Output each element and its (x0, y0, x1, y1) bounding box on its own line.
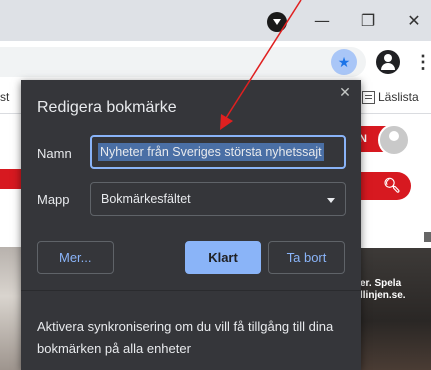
title-bar: — ❐ ✕ (0, 0, 431, 41)
page-marker (424, 232, 431, 242)
menu-kebab-icon[interactable]: ⋮ (414, 51, 431, 73)
name-label: Namn (37, 146, 72, 161)
folder-select-value: Bokmärkesfältet (101, 192, 191, 206)
profile-avatar-icon[interactable] (376, 50, 400, 74)
download-indicator-icon[interactable] (267, 12, 287, 32)
user-avatar-icon[interactable] (378, 124, 410, 156)
reading-list-icon[interactable] (362, 91, 375, 104)
bookmark-star-icon[interactable]: ★ (331, 49, 357, 75)
page-photo-right[interactable] (355, 248, 431, 370)
minimize-button[interactable]: — (309, 9, 335, 33)
dialog-title: Redigera bokmärke (37, 99, 177, 116)
site-search-button[interactable]: 🔍︎ (355, 172, 411, 200)
more-button[interactable]: Mer... (37, 241, 114, 274)
browser-toolbar: ★ ⋮ (0, 41, 431, 82)
name-input[interactable]: Nyheter från Sveriges största nyhetssajt (90, 135, 346, 169)
close-icon[interactable]: ✕ (337, 85, 353, 101)
address-bar[interactable] (0, 47, 366, 77)
photo-caption: er. Spela llinjen.se. (360, 278, 406, 302)
done-button[interactable]: Klart (185, 241, 261, 274)
sync-promo-text: Aktivera synkronisering om du vill få ti… (37, 319, 334, 356)
name-input-value: Nyheter från Sveriges största nyhetssajt (98, 143, 324, 161)
dialog-divider (21, 290, 361, 291)
edit-bookmark-dialog: Redigera bokmärke ✕ Namn Nyheter från Sv… (21, 80, 361, 370)
page-photo-left (0, 247, 22, 370)
folder-label: Mapp (37, 192, 70, 207)
photo-caption-line-2: llinjen.se. (360, 290, 406, 301)
photo-caption-line-1: er. Spela (360, 278, 402, 289)
bookmark-item-fragment[interactable]: st (0, 90, 9, 104)
reading-list-label[interactable]: Läslista (378, 90, 419, 104)
remove-button[interactable]: Ta bort (268, 241, 345, 274)
search-icon: 🔍︎ (383, 177, 401, 193)
chevron-down-icon (327, 198, 335, 203)
maximize-button[interactable]: ❐ (355, 9, 381, 33)
folder-select[interactable]: Bokmärkesfältet (90, 182, 346, 216)
close-window-button[interactable]: ✕ (401, 9, 427, 33)
